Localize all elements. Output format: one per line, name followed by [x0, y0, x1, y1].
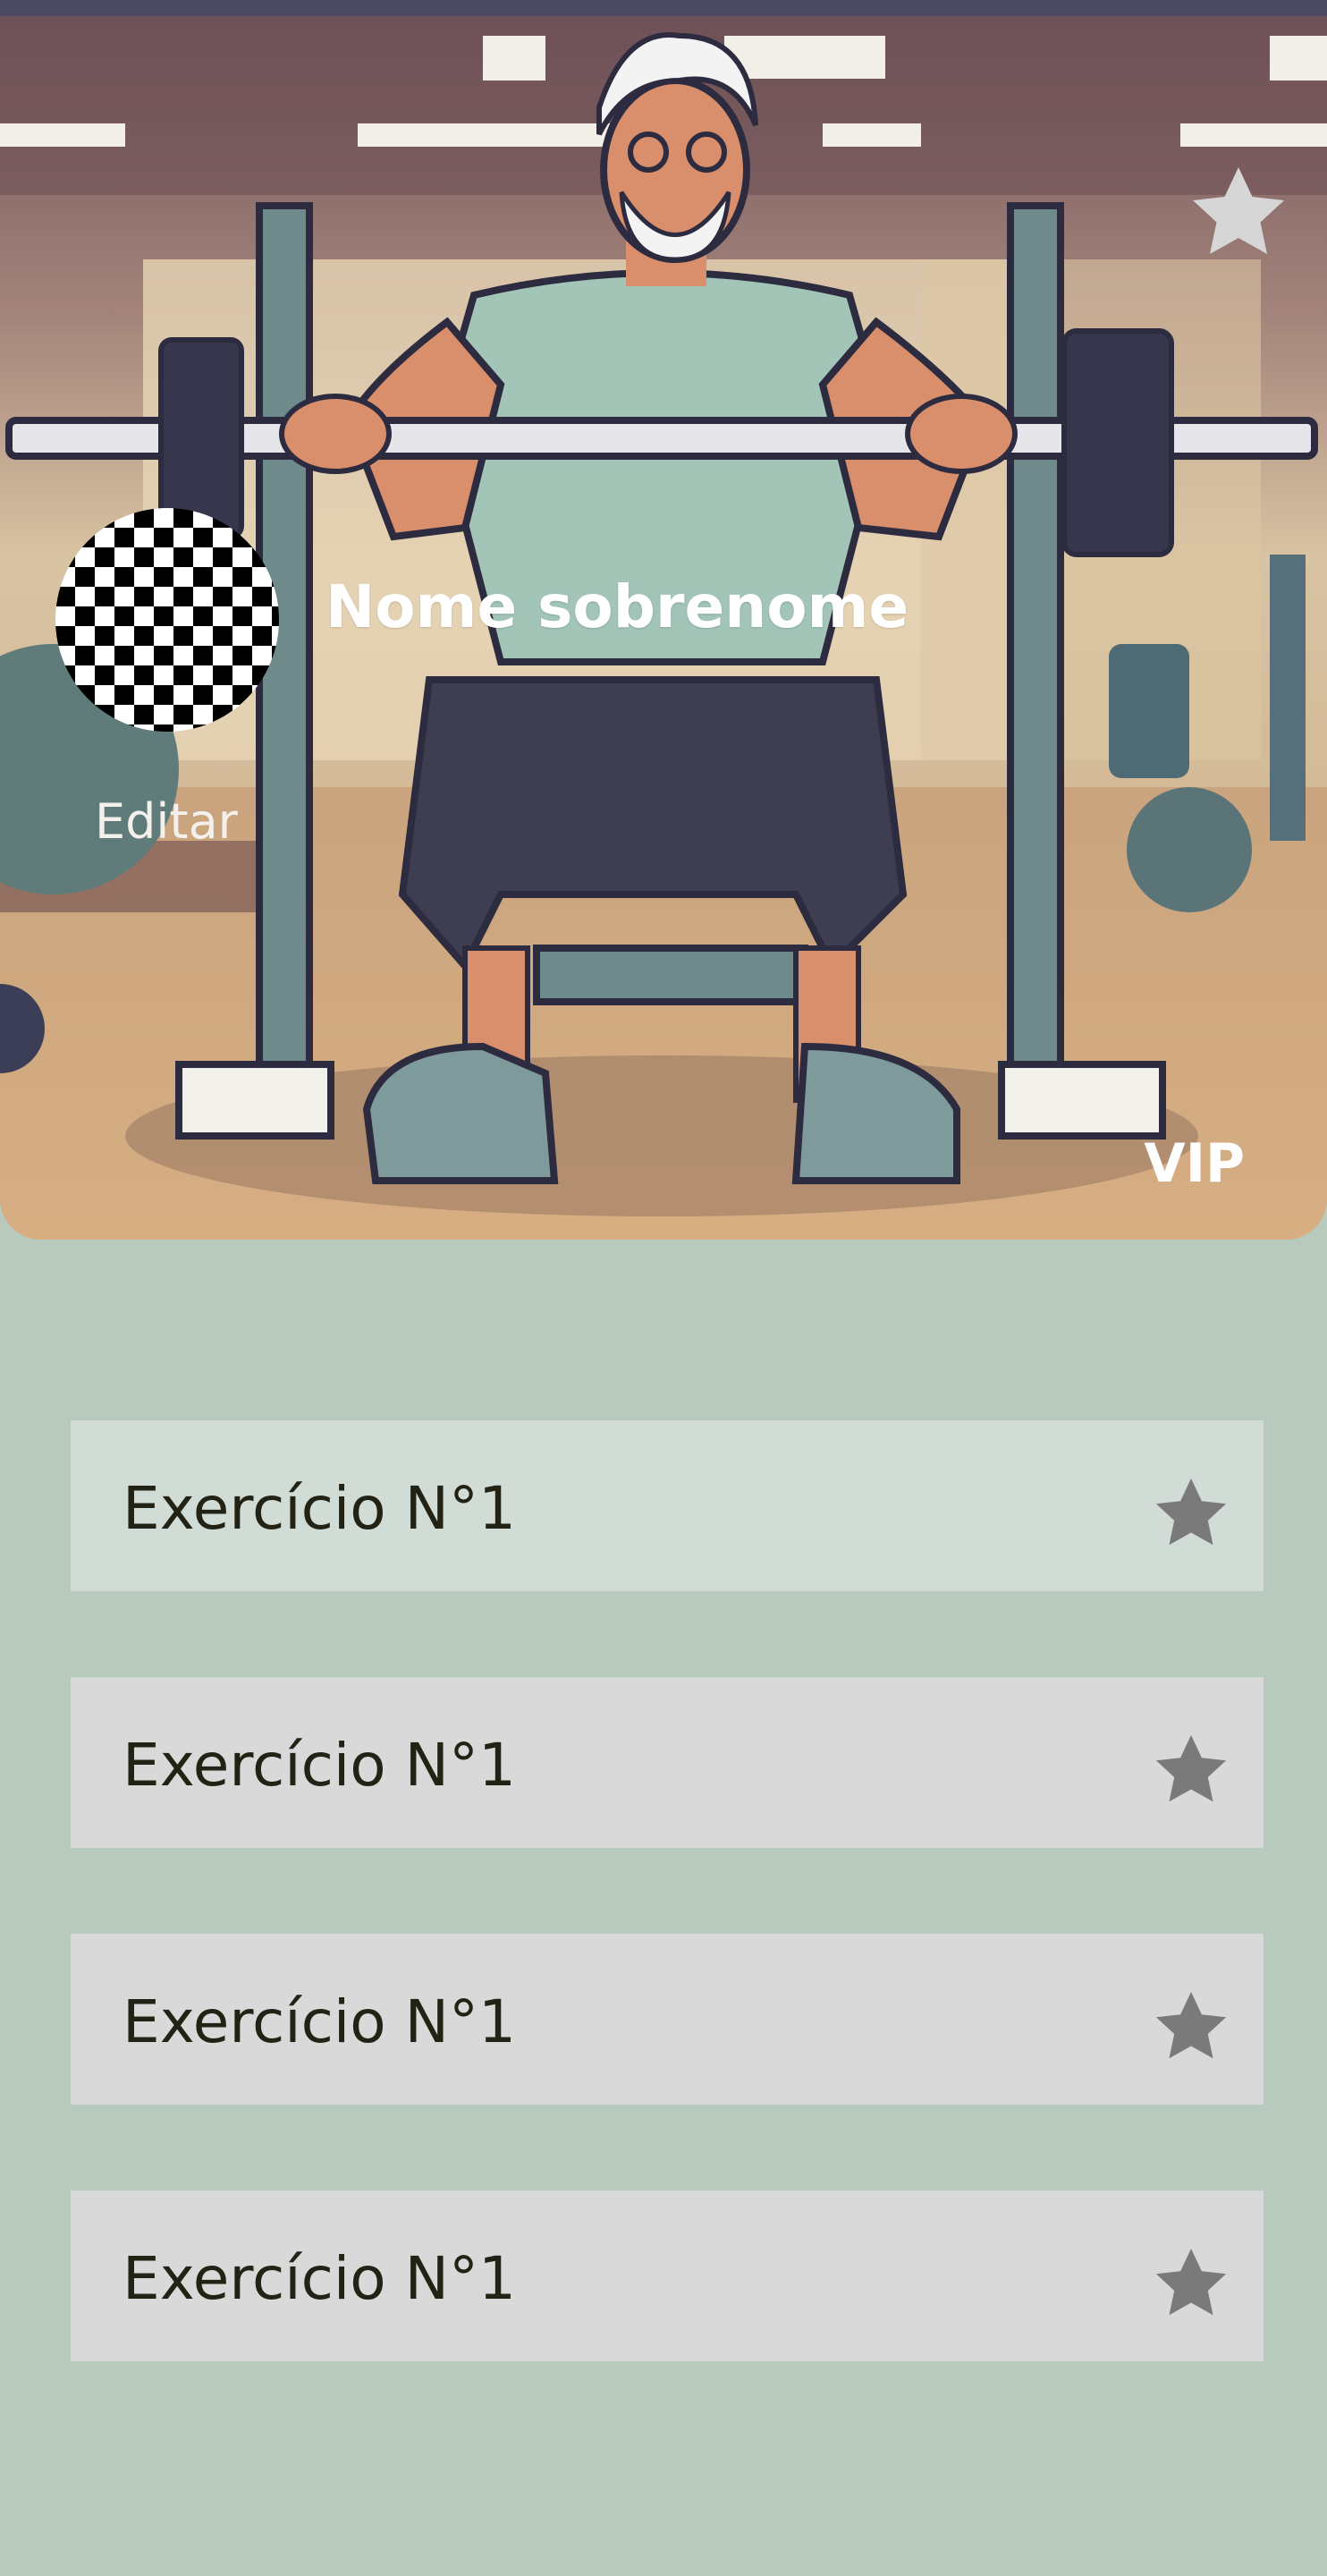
vip-badge: VIP [1144, 1132, 1245, 1195]
exercise-label: Exercício N°1 [123, 2244, 516, 2313]
star-icon[interactable] [1145, 1472, 1237, 1555]
favorite-star-icon[interactable] [1182, 159, 1295, 267]
exercise-item[interactable]: Exercício N°1 [71, 1934, 1264, 2105]
profile-header: Nome sobrenome Editar VIP [0, 0, 1327, 1240]
exercise-item[interactable]: Exercício N°1 [71, 1420, 1264, 1591]
exercise-label: Exercício N°1 [123, 1474, 516, 1543]
exercise-item[interactable]: Exercício N°1 [71, 1677, 1264, 1848]
exercise-item[interactable]: Exercício N°1 [71, 2190, 1264, 2361]
exercise-label: Exercício N°1 [123, 1731, 516, 1800]
avatar[interactable] [55, 508, 279, 732]
exercise-label: Exercício N°1 [123, 1987, 516, 2056]
star-icon[interactable] [1145, 1986, 1237, 2068]
star-icon[interactable] [1145, 1729, 1237, 1811]
avatar-placeholder-image [55, 508, 279, 732]
star-icon[interactable] [1145, 2242, 1237, 2325]
user-name: Nome sobrenome [325, 572, 909, 641]
edit-profile-link[interactable]: Editar [95, 793, 238, 850]
exercise-list: Exercício N°1 Exercício N°1 Exercício N°… [71, 1420, 1264, 2447]
